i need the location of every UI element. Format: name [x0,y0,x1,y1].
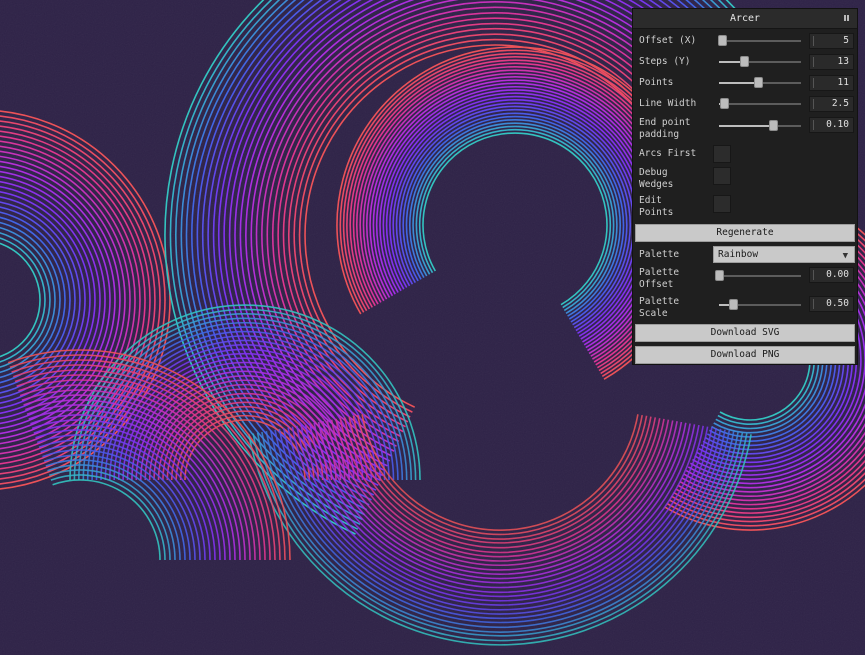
points-slider-knob[interactable] [753,77,763,88]
edit-points-checkbox[interactable] [713,195,731,213]
palette-scale-label: Palette Scale [639,296,680,319]
palette-offset-label: Palette Offset [639,267,680,290]
steps-y-slider-knob[interactable] [739,56,749,67]
line-width-slider[interactable] [719,98,801,109]
palette-label: Palette [639,249,680,260]
palette-selected-value: Rainbow [718,249,759,260]
end-point-padding-slider[interactable] [719,120,801,131]
line-width-slider-knob[interactable] [719,98,729,109]
drag-handle-icon[interactable] [844,15,849,22]
offset-x-slider-knob[interactable] [718,35,728,46]
debug-wedges-label: Debug Wedges [639,167,674,190]
edit-points-label: Edit Points [639,195,674,218]
end-point-padding-slider-knob[interactable] [769,120,779,131]
arcs-first-label: Arcs First [639,148,697,159]
bottom-arc-band [248,414,752,646]
palette-offset-slider[interactable] [715,270,801,281]
offset-x-label: Offset (X) [639,35,697,46]
end-point-padding-input[interactable]: 0.10 [809,117,854,133]
offset-x-slider[interactable] [718,35,801,46]
steps-y-label: Steps (Y) [639,56,691,67]
chevron-down-icon: ▼ [842,251,848,261]
points-label: Points [639,77,674,88]
controls-panel: Arcer Offset (X) 5 Steps (Y) 13 Points 1… [632,8,858,365]
download-png-button[interactable]: Download PNG [635,346,855,364]
line-width-label: Line Width [639,98,697,109]
points-slider[interactable] [719,77,801,88]
palette-scale-input[interactable]: 0.50 [809,296,854,312]
line-width-input[interactable]: 2.5 [809,96,854,112]
palette-select[interactable]: Rainbow ▼ [713,246,855,263]
palette-offset-input[interactable]: 0.00 [809,267,854,283]
debug-wedges-checkbox[interactable] [713,167,731,185]
points-input[interactable]: 11 [809,75,854,91]
palette-scale-slider[interactable] [719,299,801,310]
download-svg-button[interactable]: Download SVG [635,324,855,342]
palette-scale-slider-knob[interactable] [728,299,738,310]
panel-title-text: Arcer [729,13,761,24]
regenerate-button[interactable]: Regenerate [635,224,855,242]
panel-title[interactable]: Arcer [633,9,857,29]
palette-offset-slider-knob[interactable] [715,270,724,281]
steps-y-input[interactable]: 13 [809,54,854,70]
arcs-first-checkbox[interactable] [713,145,731,163]
offset-x-input[interactable]: 5 [809,33,854,49]
steps-y-slider[interactable] [719,56,801,67]
end-point-padding-label: End point padding [639,117,691,140]
